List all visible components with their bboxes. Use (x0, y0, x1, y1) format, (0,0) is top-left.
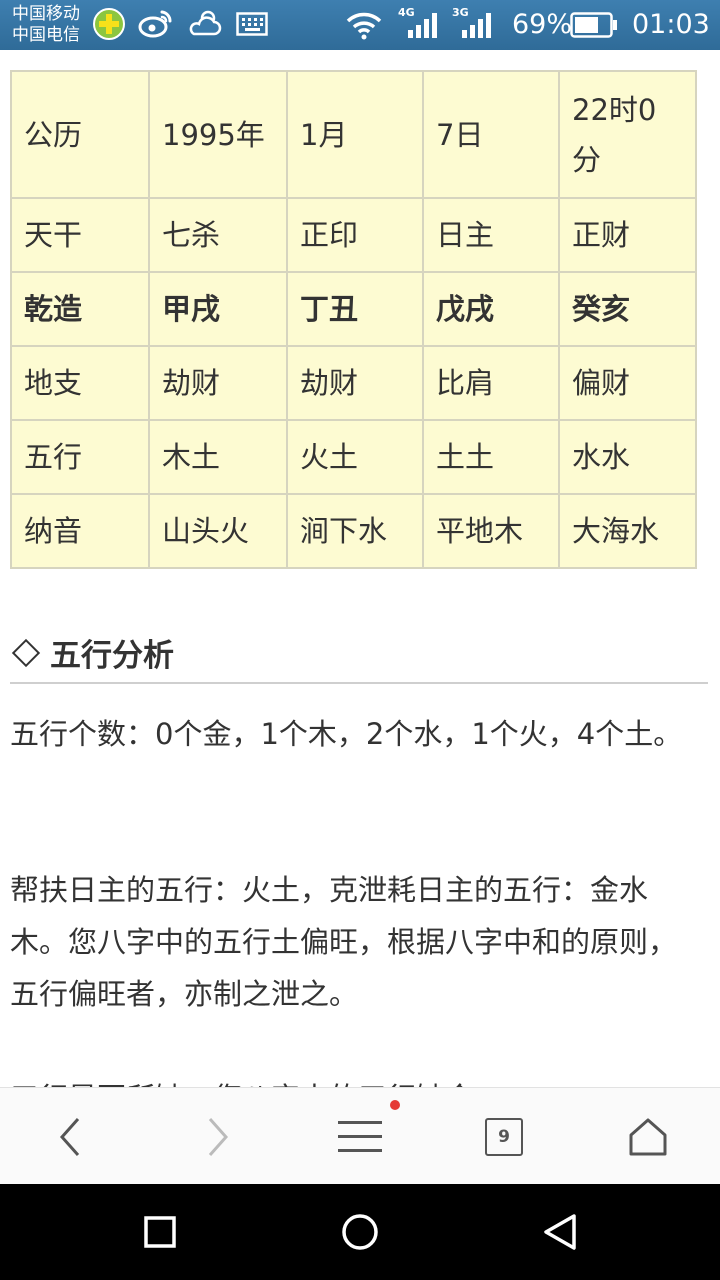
notification-dot (390, 1100, 400, 1110)
diamond-icon (11, 638, 41, 667)
table-cell: 天干 (10, 197, 150, 273)
carrier-2: 中国电信 (12, 25, 80, 45)
table-cell: 乾造 (10, 271, 150, 347)
page-content[interactable]: 公历 1995年 1月 7日 22时0分 天干 七杀 正印 日主 正财 乾造 甲… (0, 50, 720, 1087)
table-cell: 山头火 (148, 493, 288, 569)
table-cell: 五行 (10, 419, 150, 495)
table-row: 公历 1995年 1月 7日 22时0分 (10, 70, 697, 199)
table-cell: 木土 (148, 419, 288, 495)
back-nav-button[interactable] (520, 1184, 600, 1280)
table-cell: 1月 (286, 70, 424, 199)
table-cell: 7日 (422, 70, 560, 199)
paragraph-missing-element: 五行是否所缺：您八字中的五行缺金。 (10, 1072, 700, 1087)
circle-icon (342, 1214, 378, 1250)
wifi-icon (346, 12, 382, 40)
table-cell: 公历 (10, 70, 150, 199)
table-cell: 22时0分 (558, 70, 697, 199)
status-bar: 中国移动 中国电信 4G 3G 69% 01:03 (0, 0, 720, 50)
battery-percent: 69% (512, 9, 573, 40)
tab-count-badge: 9 (485, 1117, 523, 1156)
carrier-1: 中国移动 (12, 4, 80, 24)
home-button[interactable] (608, 1088, 688, 1185)
table-row: 五行 木土 火土 土土 水水 (10, 419, 697, 495)
keyboard-icon (236, 12, 268, 36)
browser-toolbar: 9 (0, 1087, 720, 1184)
security-app-icon (93, 8, 125, 40)
menu-button[interactable] (320, 1088, 400, 1185)
section-title: 五行分析 (50, 638, 174, 674)
divider (10, 682, 708, 684)
home-nav-button[interactable] (320, 1184, 400, 1280)
table-cell: 大海水 (558, 493, 697, 569)
table-cell: 日主 (422, 197, 560, 273)
back-button[interactable] (30, 1088, 110, 1185)
table-cell: 纳音 (10, 493, 150, 569)
table-row: 乾造 甲戌 丁丑 戊戌 癸亥 (10, 271, 697, 347)
triangle-back-icon (544, 1214, 576, 1250)
section-heading: 五行分析 (10, 630, 174, 675)
table-cell: 丁丑 (286, 271, 424, 347)
forward-button[interactable] (178, 1088, 258, 1185)
clock: 01:03 (632, 9, 710, 40)
recents-button[interactable] (120, 1184, 200, 1280)
table-row: 天干 七杀 正印 日主 正财 (10, 197, 697, 273)
battery-icon (570, 12, 617, 38)
signal-icon-1 (408, 13, 437, 38)
table-cell: 地支 (10, 345, 150, 421)
table-cell: 七杀 (148, 197, 288, 273)
home-icon (629, 1118, 667, 1155)
table-cell: 劫财 (286, 345, 424, 421)
table-cell: 甲戌 (148, 271, 288, 347)
table-cell: 戊戌 (422, 271, 560, 347)
table-cell: 火土 (286, 419, 424, 495)
table-cell: 偏财 (558, 345, 697, 421)
table-cell: 水水 (558, 419, 697, 495)
table-cell: 涧下水 (286, 493, 424, 569)
chevron-right-icon (208, 1117, 229, 1156)
paragraph-element-balance: 帮扶日主的五行：火土，克泄耗日主的五行：金水木。您八字中的五行土偏旺，根据八字中… (10, 873, 678, 1011)
tabs-button[interactable]: 9 (464, 1088, 544, 1185)
weibo-icon (138, 10, 172, 38)
table-row: 地支 劫财 劫财 比肩 偏财 (10, 345, 697, 421)
square-icon (144, 1216, 176, 1248)
weather-icon (189, 10, 222, 36)
signal-icon-2 (462, 13, 491, 38)
table-cell: 正财 (558, 197, 697, 273)
table-cell: 土土 (422, 419, 560, 495)
table-cell: 劫财 (148, 345, 288, 421)
menu-icon (338, 1120, 382, 1152)
table-cell: 1995年 (148, 70, 288, 199)
table-cell: 比肩 (422, 345, 560, 421)
table-cell: 平地木 (422, 493, 560, 569)
table-row: 纳音 山头火 涧下水 平地木 大海水 (10, 493, 697, 569)
chevron-left-icon (59, 1117, 80, 1156)
table-cell: 癸亥 (558, 271, 697, 347)
bazi-table: 公历 1995年 1月 7日 22时0分 天干 七杀 正印 日主 正财 乾造 甲… (10, 70, 697, 569)
carrier-names: 中国移动 中国电信 (12, 4, 80, 46)
navigation-bar (0, 1184, 720, 1280)
paragraph-element-count: 五行个数：0个金，1个木，2个水，1个火，4个土。 (10, 717, 683, 751)
table-cell: 正印 (286, 197, 424, 273)
